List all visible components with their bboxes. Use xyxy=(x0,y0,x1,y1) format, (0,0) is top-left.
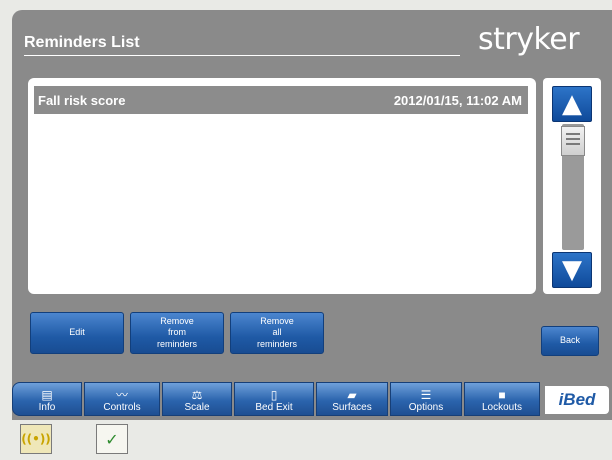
tab-options[interactable]: ☰ Options xyxy=(390,382,462,416)
status-strip xyxy=(0,420,612,460)
tab-lockouts-label: Lockouts xyxy=(481,402,523,413)
back-button[interactable]: Back xyxy=(541,326,599,356)
remove-from-reminders-button[interactable]: Remove from reminders xyxy=(130,312,224,354)
patient-bed-icon: 〰 xyxy=(115,388,128,402)
tab-scale-label: Scale xyxy=(184,402,210,413)
triangle-up-icon: ▲ xyxy=(562,89,582,119)
reminder-name: Fall risk score xyxy=(38,92,126,108)
edit-button[interactable]: Edit xyxy=(30,312,124,354)
tab-options-label: Options xyxy=(408,402,444,413)
tab-controls-label: Controls xyxy=(103,402,141,413)
reminders-list: Fall risk score 2012/01/15, 11:02 AM xyxy=(28,78,536,294)
tab-controls[interactable]: 〰 Controls xyxy=(84,382,160,416)
stryker-logo: stryker xyxy=(478,22,580,57)
lock-icon: ■ xyxy=(498,388,506,402)
remove-all-reminders-button[interactable]: Remove all reminders xyxy=(230,312,324,354)
tab-lockouts[interactable]: ■ Lockouts xyxy=(464,382,540,416)
ibed-logo: iBed xyxy=(545,386,609,414)
sliders-icon: ☰ xyxy=(420,388,432,402)
tab-info[interactable]: ▤ Info xyxy=(12,382,82,416)
scale-icon: ⚖ xyxy=(191,388,203,402)
page-title: Reminders List xyxy=(24,34,140,51)
tab-surfaces[interactable]: ▰ Surfaces xyxy=(316,382,388,416)
wireless-icon[interactable]: ((•)) xyxy=(20,424,52,454)
reminder-timestamp: 2012/01/15, 11:02 AM xyxy=(393,92,522,108)
bed-check-icon[interactable]: ✓ xyxy=(96,424,128,454)
info-icon: ▤ xyxy=(41,388,53,402)
surface-icon: ▰ xyxy=(347,388,357,402)
triangle-down-icon: ▼ xyxy=(562,255,582,285)
tab-bed-exit[interactable]: ▯ Bed Exit xyxy=(234,382,314,416)
tab-surfaces-label: Surfaces xyxy=(332,402,372,413)
tab-info-label: Info xyxy=(38,402,56,413)
scroll-thumb[interactable] xyxy=(561,126,585,156)
scroll-down-button[interactable]: ▼ xyxy=(552,252,592,288)
scroll-up-button[interactable]: ▲ xyxy=(552,86,592,122)
list-item[interactable]: Fall risk score 2012/01/15, 11:02 AM xyxy=(34,86,528,114)
tab-bed-exit-label: Bed Exit xyxy=(255,402,293,413)
bed-exit-icon: ▯ xyxy=(270,388,278,402)
title-underline xyxy=(24,55,460,56)
tab-scale[interactable]: ⚖ Scale xyxy=(162,382,232,416)
